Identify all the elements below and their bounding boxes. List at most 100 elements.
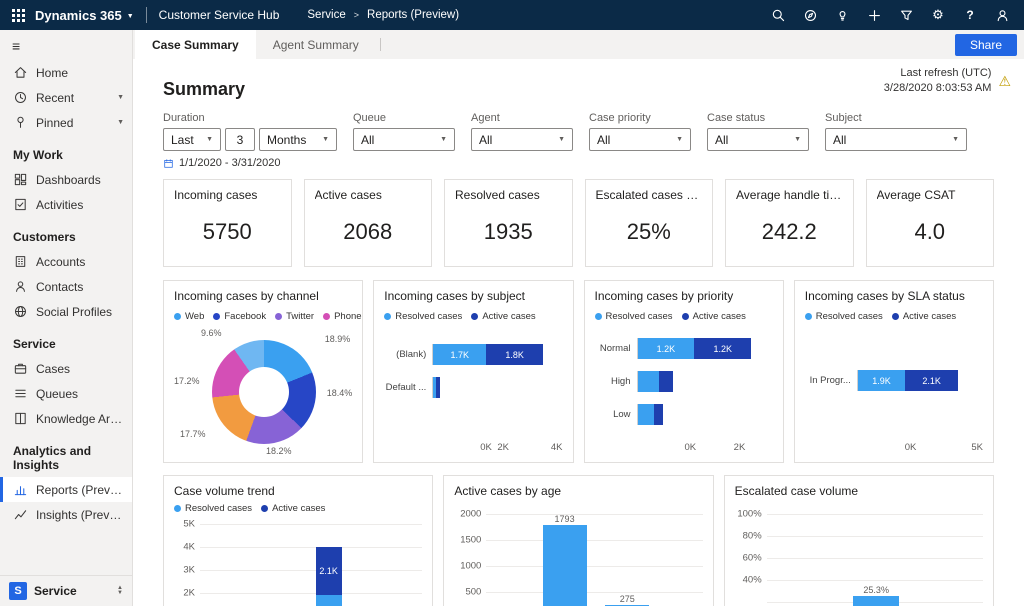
legend-dot — [174, 505, 181, 512]
sidebar-item-reports-preview[interactable]: Reports (Preview) — [0, 477, 132, 502]
filter-label: Duration — [163, 112, 337, 124]
sidebar-item-home[interactable]: Home — [0, 60, 132, 85]
app-launcher-icon[interactable] — [12, 9, 25, 22]
legend-item[interactable]: Web — [174, 311, 204, 322]
chevron-down-icon: ▼ — [127, 13, 134, 20]
legend-item[interactable]: Active cases — [892, 311, 956, 322]
legend-item[interactable]: Resolved cases — [595, 311, 673, 322]
collapse-sitemap-icon[interactable]: ≡ — [0, 30, 132, 60]
bar-segment-active[interactable] — [654, 404, 663, 425]
chevron-down-icon: ▼ — [440, 136, 447, 143]
queue-dropdown[interactable]: All ▼ — [353, 128, 455, 151]
bar-segment-active[interactable] — [659, 371, 673, 392]
app-name[interactable]: Customer Service Hub — [159, 8, 280, 22]
chevron-down-icon[interactable]: ▼ — [117, 94, 124, 101]
sidebar-item-queues[interactable]: Queues — [0, 381, 132, 406]
bar-segment-active[interactable]: 1.2K — [694, 338, 751, 359]
bar-segment-resolved[interactable]: 1.9K — [858, 370, 906, 391]
bar-segment-active[interactable] — [436, 377, 439, 398]
area-switcher[interactable]: S Service ▲▼ — [0, 575, 132, 606]
bar-segment-resolved[interactable]: 1.7K — [433, 344, 486, 365]
legend-dot — [213, 313, 220, 320]
sidebar-item-activities[interactable]: Activities — [0, 192, 132, 217]
duration-unit-dropdown[interactable]: Months ▼ — [259, 128, 337, 151]
settings-gear-icon[interactable]: ⚙ — [924, 3, 952, 27]
share-button[interactable]: Share — [955, 34, 1017, 56]
bar-segment-resolved[interactable] — [638, 404, 654, 425]
sidebar-item-pinned[interactable]: Pinned ▼ — [0, 110, 132, 135]
filter-duration: Duration Last ▼ 3 Months ▼ — [163, 112, 337, 169]
chart-incoming-by-subject: Incoming cases by subject Resolved cases… — [373, 280, 573, 463]
bar-segment-active[interactable]: 2.1K — [905, 370, 958, 391]
lightbulb-icon[interactable] — [828, 3, 856, 27]
filter-agent: Agent All ▼ — [471, 112, 573, 169]
bar-column[interactable]: 1793 — [543, 514, 587, 606]
bar-segment-active[interactable]: 1.8K — [486, 344, 543, 365]
legend-dot — [805, 313, 812, 320]
sidebar-item-cases[interactable]: Cases — [0, 356, 132, 381]
bar-column[interactable]: 275 — [605, 594, 649, 606]
bar-row: (Blank) 1.7K 1.8K — [384, 344, 562, 365]
duration-count-input[interactable]: 3 — [225, 128, 255, 151]
sidebar-item-knowledge-articles[interactable]: Knowledge Articles — [0, 406, 132, 431]
account-icon[interactable] — [988, 3, 1016, 27]
calendar-icon — [163, 158, 174, 169]
warning-icon[interactable]: ⚠ — [998, 74, 1011, 88]
tab-case-summary[interactable]: Case Summary — [135, 30, 256, 59]
duration-date-range: 1/1/2020 - 3/31/2020 — [163, 157, 337, 169]
legend-item[interactable]: Twitter — [275, 311, 314, 322]
case-status-dropdown[interactable]: All ▼ — [707, 128, 809, 151]
duration-range-dropdown[interactable]: Last ▼ — [163, 128, 221, 151]
donut-chart[interactable] — [212, 340, 316, 444]
tab-agent-summary[interactable]: Agent Summary — [256, 30, 376, 59]
legend-item[interactable]: Active cases — [682, 311, 746, 322]
kpi-resolved-cases: Resolved cases 1935 — [444, 179, 573, 267]
sidebar-item-social-profiles[interactable]: Social Profiles — [0, 299, 132, 324]
case-priority-dropdown[interactable]: All ▼ — [589, 128, 691, 151]
briefcase-icon — [13, 361, 28, 376]
sidebar-item-recent[interactable]: Recent ▼ — [0, 85, 132, 110]
filter-icon[interactable] — [892, 3, 920, 27]
x-axis: 0K 5K — [853, 442, 983, 454]
y-axis: 100% 80% 60% 40% — [735, 514, 767, 606]
line-chart-icon — [13, 507, 28, 522]
bar-segment-resolved[interactable]: 1.2K — [638, 338, 695, 359]
book-icon — [13, 411, 28, 426]
sidebar-item-contacts[interactable]: Contacts — [0, 274, 132, 299]
legend-dot — [682, 313, 689, 320]
subject-dropdown[interactable]: All ▼ — [825, 128, 967, 151]
legend-item[interactable]: Facebook — [213, 311, 266, 322]
legend-item[interactable]: Resolved cases — [805, 311, 883, 322]
bar-row: Low — [595, 404, 773, 425]
legend-item[interactable]: Resolved cases — [174, 503, 252, 514]
sidebar-item-dashboards[interactable]: Dashboards — [0, 167, 132, 192]
sidebar-item-accounts[interactable]: Accounts — [0, 249, 132, 274]
bar-segment-resolved[interactable] — [638, 371, 660, 392]
help-icon[interactable]: ? — [956, 3, 984, 27]
stacked-column[interactable]: 2.1K 1.9K — [316, 547, 342, 606]
brand-menu[interactable]: Dynamics 365 ▼ — [35, 8, 134, 23]
top-app-bar: Dynamics 365 ▼ Customer Service Hub Serv… — [0, 0, 1024, 30]
legend-item[interactable]: Active cases — [261, 503, 325, 514]
breadcrumb-page[interactable]: Reports (Preview) — [367, 9, 459, 21]
kpi-average-handle-time: Average handle time (hrs) 242.2 — [725, 179, 854, 267]
breadcrumb-area[interactable]: Service — [307, 9, 345, 21]
section-header-service: Service — [0, 337, 132, 351]
last-refresh-timestamp: 3/28/2020 8:03:53 AM — [884, 81, 992, 96]
report-tab-bar: Case Summary Agent Summary Share — [133, 30, 1024, 59]
bar-row: Default ... — [384, 377, 562, 398]
legend-item[interactable]: Phone — [323, 311, 361, 322]
y-axis: 5K 4K 3K 2K — [174, 524, 200, 606]
chevron-down-icon[interactable]: ▼ — [117, 119, 124, 126]
compass-icon[interactable] — [796, 3, 824, 27]
sidebar-item-insights-preview[interactable]: Insights (Preview) — [0, 502, 132, 527]
breadcrumb: Service > Reports (Preview) — [307, 9, 459, 21]
search-icon[interactable] — [764, 3, 792, 27]
legend-item[interactable]: Active cases — [471, 311, 535, 322]
agent-dropdown[interactable]: All ▼ — [471, 128, 573, 151]
plus-icon[interactable] — [860, 3, 888, 27]
chart-incoming-by-priority: Incoming cases by priority Resolved case… — [584, 280, 784, 463]
legend-item[interactable]: Resolved cases — [384, 311, 462, 322]
bar-column[interactable]: 25.3% — [853, 585, 899, 606]
divider — [380, 38, 381, 51]
